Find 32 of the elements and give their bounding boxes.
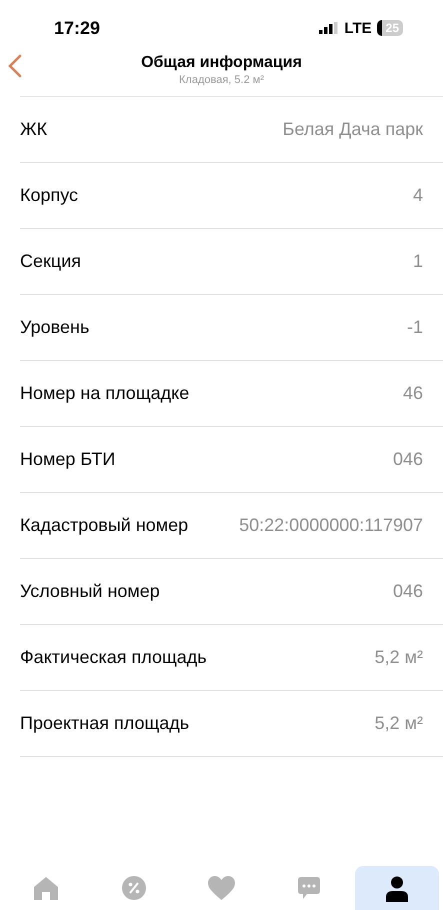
- tab-bar-item[interactable]: [355, 866, 440, 910]
- field-value: 50:22:0000000:117907: [239, 515, 423, 536]
- field-label: Кадастровый номер: [20, 515, 188, 536]
- field-value: 5,2 м²: [374, 647, 423, 668]
- field-label: Номер на площадке: [20, 383, 190, 404]
- field-value: 1: [412, 251, 423, 272]
- home-icon: [32, 876, 59, 900]
- field-label: Уровень: [20, 317, 90, 338]
- field-value: -1: [406, 317, 423, 338]
- field-label: Секция: [20, 251, 81, 272]
- status-time: 17:29: [54, 18, 100, 38]
- chat-icon: [297, 876, 322, 900]
- person-icon: [386, 876, 408, 902]
- field-label: Условный номер: [20, 581, 160, 602]
- field-label: Номер БТИ: [20, 449, 116, 470]
- field-label: ЖК: [20, 119, 48, 140]
- field-value: 46: [402, 383, 423, 404]
- network-label: LTE: [344, 20, 372, 36]
- field-value: 046: [392, 581, 423, 602]
- field-label: Фактическая площадь: [20, 647, 207, 668]
- signal-icon: [319, 22, 340, 34]
- heart-icon: [208, 876, 235, 900]
- page-subtitle: Кладовая, 5.2 м²: [179, 74, 264, 86]
- field-value: 4: [412, 185, 423, 206]
- field-value: 046: [392, 449, 423, 470]
- field-label: Корпус: [20, 185, 78, 206]
- field-label: Проектная площадь: [20, 713, 190, 734]
- back-icon[interactable]: [8, 54, 22, 78]
- field-value: Белая Дача парк: [282, 119, 423, 140]
- page-title: Общая информация: [141, 54, 302, 72]
- percent-icon: [122, 876, 146, 900]
- field-value: 5,2 м²: [374, 713, 423, 734]
